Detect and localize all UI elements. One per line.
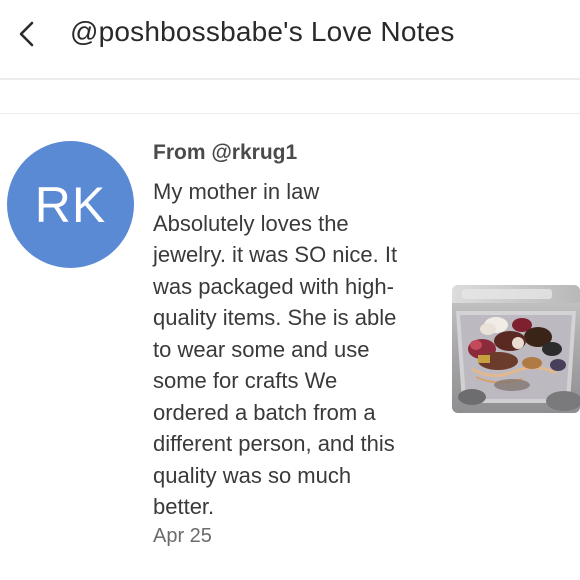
back-button[interactable] (8, 14, 44, 54)
message-line: quality was so much (153, 462, 352, 488)
love-notes-screen: @poshbossbabe's Love Notes RK From @rkru… (0, 0, 580, 580)
message-line: ordered a batch from a (153, 399, 376, 425)
note-photo-thumbnail[interactable] (452, 285, 580, 413)
note-date: Apr 25 (153, 525, 212, 547)
message-line: My mother in law (153, 179, 320, 204)
chevron-left-icon (19, 21, 34, 47)
page-title: @poshbossbabe's Love Notes (70, 16, 455, 47)
note-message: My mother in law Absolutely loves the je… (153, 176, 443, 523)
message-line: quality items. She is able (153, 305, 397, 330)
love-note-item: RK From @rkrug1 My mother in law Absolut… (0, 114, 580, 580)
message-line: to wear some and use (153, 336, 370, 362)
avatar[interactable]: RK (7, 141, 134, 268)
avatar-initials: RK (34, 176, 107, 233)
message-line: some for crafts We (153, 368, 338, 393)
message-line: was packaged with high- (153, 273, 394, 299)
note-sender[interactable]: From @rkrug1 (153, 141, 297, 165)
jewelry-box-photo (452, 285, 580, 413)
message-line: jewelry. it was SO nice. It (153, 242, 398, 267)
top-nav-bar: @poshbossbabe's Love Notes (0, 0, 580, 80)
message-line: different person, and this (153, 431, 395, 456)
message-line: Absolutely loves the (153, 210, 349, 236)
message-line: better. (153, 494, 215, 519)
